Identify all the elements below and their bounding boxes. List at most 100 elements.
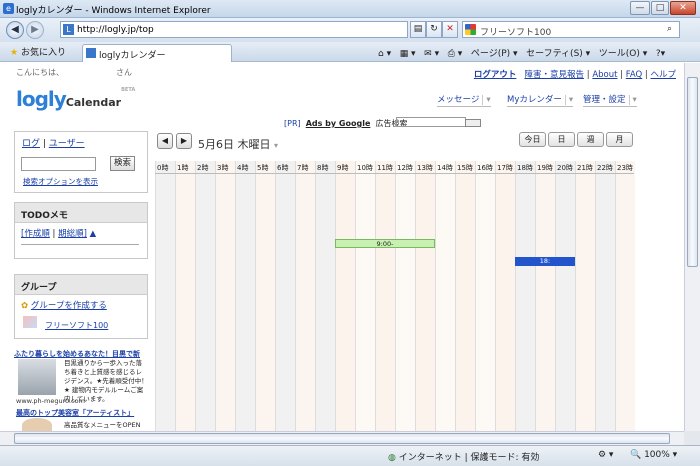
current-date[interactable]: 5月6日 木曜日 ▾ [198,136,278,152]
event-block[interactable]: 9:00- [335,239,435,248]
hour-column[interactable]: 10時 [355,161,375,431]
help-link[interactable]: ヘルプ [650,70,676,80]
faq-link[interactable]: FAQ [626,70,642,80]
week-view-button[interactable]: 週 [577,132,604,147]
hour-column[interactable]: 22時 [595,161,615,431]
todo-sort-created[interactable]: [作成順 [21,229,50,239]
vertical-scrollbar[interactable] [684,63,700,431]
feeds-icon[interactable]: ▦ ▾ [400,49,416,59]
user-tab[interactable]: ユーザー [49,139,85,149]
scroll-corner [684,431,700,445]
zone-status[interactable]: ◍ インターネット | 保護モード: 有効 [388,450,539,463]
logly-logo[interactable]: loglyCalendar BETA [16,87,135,111]
group-link-freesoft100[interactable]: フリーソフト100 [45,320,108,331]
tools-menu[interactable]: ツール(O) ▾ [599,49,648,59]
hour-column[interactable]: 16時 [475,161,495,431]
hour-column[interactable]: 19時 [535,161,555,431]
stop-button[interactable]: ✕ [442,21,458,38]
mycalendar-menu[interactable]: Myカレンダー ▾ [507,93,574,107]
hour-column[interactable]: 5時 [255,161,275,431]
ad1-title[interactable]: ふたり暮らしを始めるあなた！目黒で新 [14,349,148,359]
hour-column[interactable]: 8時 [315,161,335,431]
ad2-text: 高品質なメニューをOPEN [64,421,141,429]
hour-column[interactable]: 18時 [515,161,535,431]
settings-menu[interactable]: 管理・設定 ▾ [583,93,637,107]
create-group-link[interactable]: グループを作成する [31,301,107,311]
help-icon[interactable]: ?▾ [656,49,665,59]
back-button[interactable]: ◀ [6,21,24,39]
login-tab[interactable]: ログ [22,139,40,149]
zoom-control[interactable]: 🔍 100% ▾ [630,450,677,460]
horizontal-scrollbar[interactable] [0,431,684,445]
ad1-url[interactable]: www.ph-meguro.com [16,397,85,405]
search-icon[interactable]: ⌕ [667,24,672,34]
hour-column[interactable]: 20時 [555,161,575,431]
hour-column[interactable]: 13時 [415,161,435,431]
manage-label: 管理・設定 [583,95,626,105]
favorites-label: お気に入り [20,48,66,58]
hour-column[interactable]: 7時 [295,161,315,431]
forward-button[interactable]: ▶ [26,21,44,39]
ad-search-button[interactable] [465,119,481,127]
horizontal-scroll-thumb[interactable] [14,433,670,444]
protected-mode-icon[interactable]: ⚙ ▾ [598,450,613,460]
hour-column[interactable]: 0時 [155,161,175,431]
hour-column[interactable]: 11時 [375,161,395,431]
about-link[interactable]: About [592,70,617,80]
address-field[interactable]: L http://logly.jp/top [60,21,408,38]
safety-menu[interactable]: セーフティ(S) ▾ [526,49,590,59]
sidebar-search-input[interactable] [21,157,96,171]
favorites-button[interactable]: ★ お気に入り [10,45,66,58]
hour-column[interactable]: 12時 [395,161,415,431]
group-avatar [23,316,37,328]
pr-link[interactable]: [PR] [284,119,301,128]
hour-column[interactable]: 23時 [615,161,635,431]
hour-label: 3時 [217,164,229,172]
hour-column[interactable]: 21時 [575,161,595,431]
sidebar-search-button[interactable]: 検索 [110,156,135,171]
hour-column[interactable]: 4時 [235,161,255,431]
logout-link[interactable]: ログアウト [474,70,517,80]
adsbygoogle-link[interactable]: Ads by Google [306,119,371,128]
hour-column[interactable]: 15時 [455,161,475,431]
feedback-link[interactable]: 障害・意見報告 [525,70,585,80]
prev-day-button[interactable]: ◀ [157,133,173,149]
ad1-image[interactable] [18,359,56,395]
compat-view-button[interactable]: ▤ [410,21,426,38]
hour-column[interactable]: 9時 [335,161,355,431]
maximize-button[interactable]: □ [651,1,669,15]
month-view-button[interactable]: 月 [606,132,633,147]
hour-column[interactable]: 17時 [495,161,515,431]
mail-icon[interactable]: ✉ ▾ [424,49,439,59]
todo-sort-deadline[interactable]: 期総順] [58,229,87,239]
hour-column[interactable]: 1時 [175,161,195,431]
message-menu[interactable]: メッセージ ▾ [437,93,491,107]
hour-column[interactable]: 3時 [215,161,235,431]
today-button[interactable]: 今日 [519,132,546,147]
next-day-button[interactable]: ▶ [176,133,192,149]
home-icon[interactable]: ⌂ ▾ [378,49,391,59]
hour-column[interactable]: 14時 [435,161,455,431]
close-button[interactable]: ✕ [670,1,696,15]
sort-arrow-icon[interactable]: ▲ [90,229,97,239]
search-box[interactable]: フリーソフト100 ⌕ [462,21,680,38]
day-view-button[interactable]: 日 [548,132,575,147]
day-grid[interactable]: 0時 1時 2時 3時 4時 5時 6時 7時 8時 9時 10時 11時 12時 13時 14時 15時 16… [155,161,635,431]
ad-search-input[interactable] [396,117,466,127]
hour-column[interactable]: 6時 [275,161,295,431]
page-menu[interactable]: ページ(P) ▾ [471,49,518,59]
tab-active[interactable]: loglyカレンダー [82,44,232,62]
status-bar: ◍ インターネット | 保護モード: 有効 ⚙ ▾ 🔍 100% ▾ [0,445,700,466]
search-options-link[interactable]: 検索オプションを表示 [23,176,98,187]
print-icon[interactable]: ⎙ ▾ [448,49,463,59]
event-block[interactable]: 18: [515,257,575,266]
hour-label: 14時 [437,164,453,172]
ad2-title[interactable]: 最高のトップ美容室「アーティスト」 [16,408,134,418]
ad2-image[interactable] [22,418,52,431]
minimize-button[interactable]: — [630,1,650,15]
zone-label: インターネット | 保護モード: 有効 [398,453,540,463]
logo-beta: BETA [121,87,136,93]
hour-column[interactable]: 2時 [195,161,215,431]
vertical-scroll-thumb[interactable] [687,77,698,267]
refresh-button[interactable]: ↻ [426,21,442,38]
